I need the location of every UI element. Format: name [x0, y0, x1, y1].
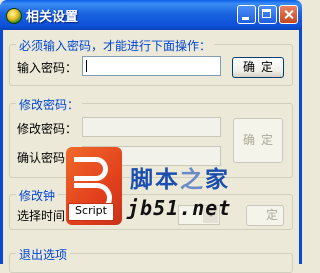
new-password-label: 修改密码： — [17, 122, 78, 136]
password-label: 输入密码： — [17, 61, 78, 75]
watermark-badge: Script — [68, 203, 114, 221]
title-bar[interactable]: 相关设置 — [0, 0, 302, 30]
verify-confirm-button[interactable]: 确定 — [232, 57, 284, 78]
verify-group-legend: 必须输入密码，才能进行下面操作： — [16, 37, 215, 54]
change-password-confirm-button[interactable]: 确定 — [233, 118, 283, 163]
maximize-button[interactable] — [258, 5, 277, 24]
exit-options-legend: 退出选项 — [16, 246, 71, 263]
change-time-confirm-button[interactable]: 定 — [246, 205, 284, 226]
window-title: 相关设置 — [26, 10, 79, 25]
app-icon — [6, 8, 22, 24]
minimize-button[interactable] — [237, 5, 256, 24]
text-caret — [86, 60, 87, 72]
window-border-left — [0, 30, 3, 264]
close-button[interactable] — [279, 5, 298, 24]
password-input[interactable] — [82, 56, 221, 76]
exit-options-group: 退出选项 — [9, 246, 293, 273]
change-password-legend: 修改密码： — [16, 96, 83, 113]
new-password-input[interactable] — [82, 117, 221, 137]
select-time-label: 选择时间 — [17, 209, 66, 223]
change-time-legend: 修改钟 — [16, 187, 59, 204]
watermark-url: jb51.net — [127, 196, 232, 220]
watermark-chinese: 脚本之家 — [130, 167, 230, 193]
window-border-right — [299, 30, 302, 264]
